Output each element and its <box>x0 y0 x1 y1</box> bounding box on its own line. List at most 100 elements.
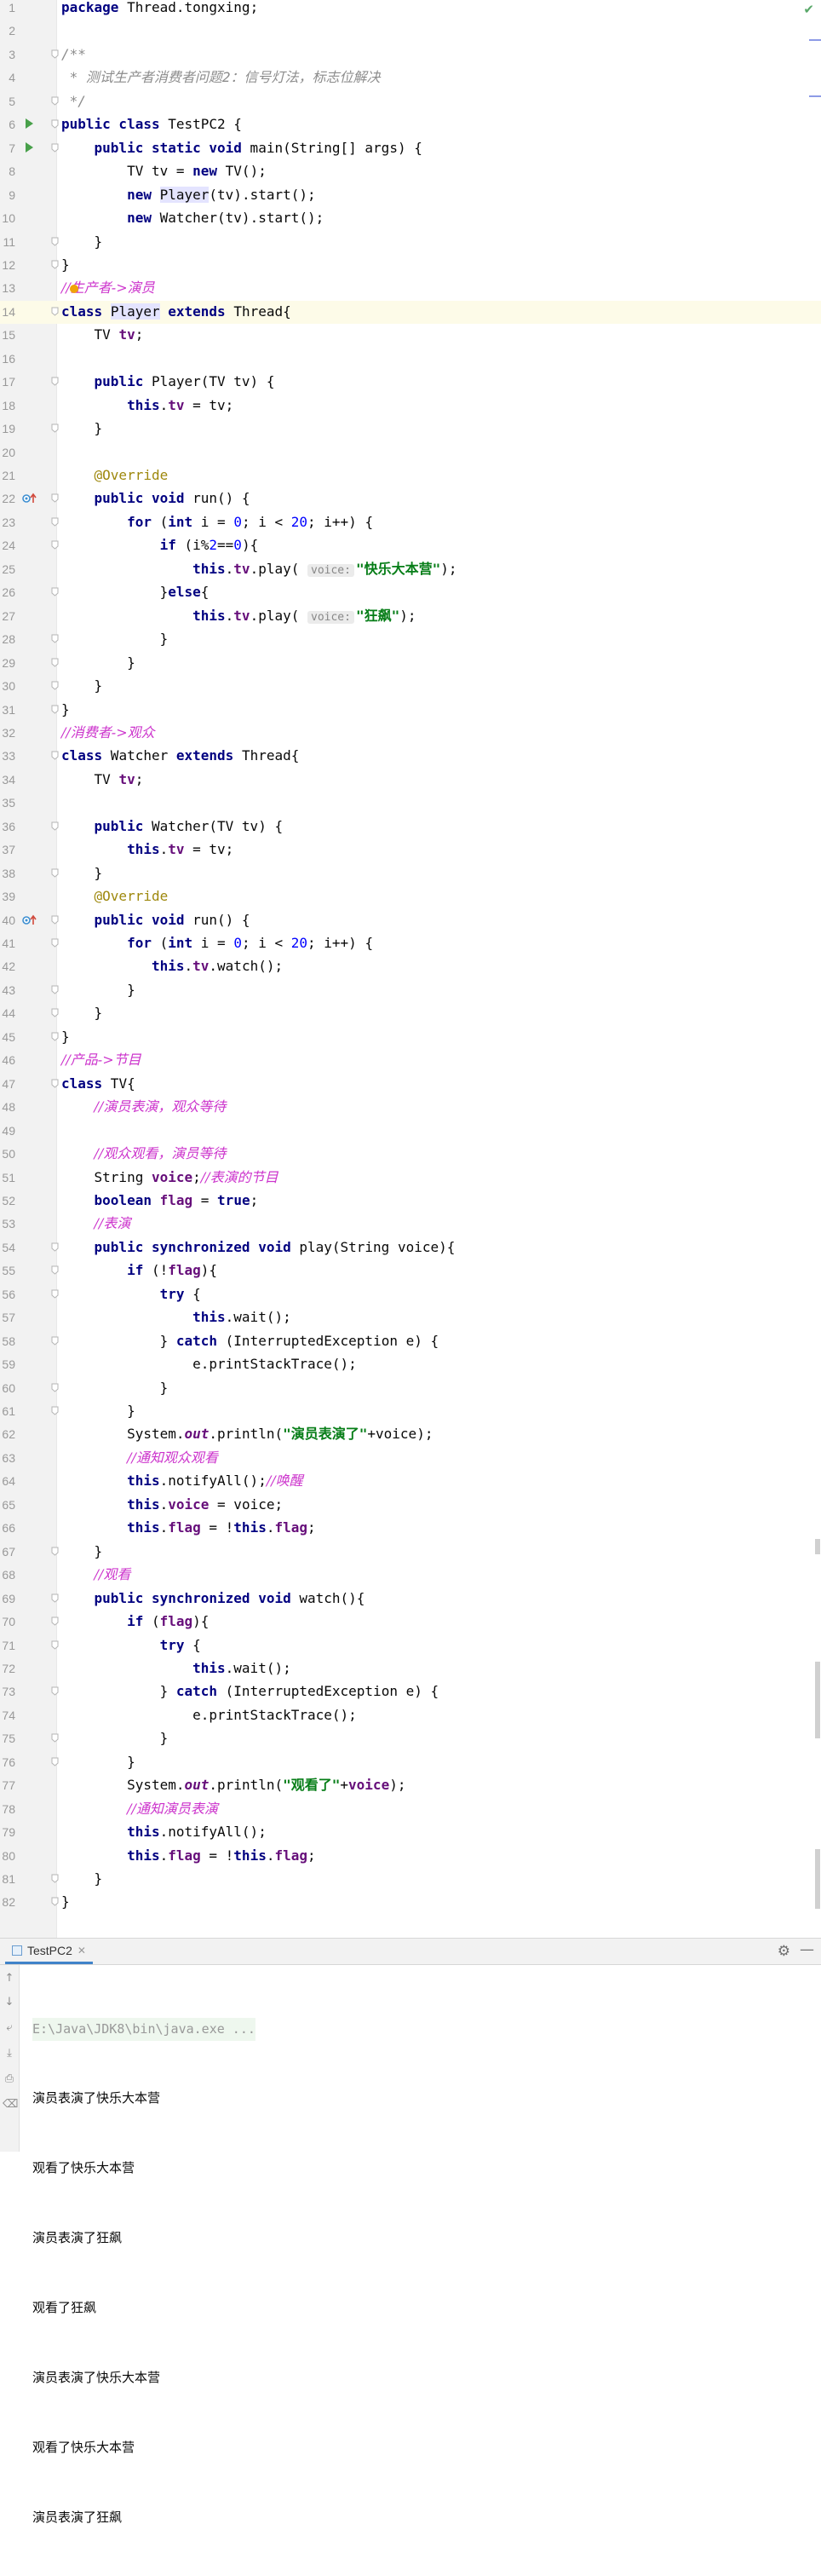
line-number[interactable]: 62 <box>0 1427 15 1441</box>
code-text[interactable]: public void run() { <box>61 912 250 929</box>
code-line[interactable]: 16 <box>0 348 821 371</box>
line-number[interactable]: 11 <box>0 235 15 249</box>
fold-icon[interactable] <box>51 119 59 129</box>
code-text[interactable]: * 测试生产者消费者问题2：信号灯法，标志位解决 <box>61 69 381 86</box>
code-line[interactable]: 37 this.tv = tv; <box>0 838 821 862</box>
code-text[interactable]: } <box>61 1543 103 1560</box>
fold-icon[interactable] <box>51 1336 59 1346</box>
line-number[interactable]: 77 <box>0 1778 15 1792</box>
code-text[interactable]: try { <box>61 1286 201 1303</box>
line-number[interactable]: 45 <box>0 1030 15 1044</box>
line-number[interactable]: 50 <box>0 1147 15 1161</box>
code-line[interactable]: 68 //观看 <box>0 1564 821 1587</box>
line-number[interactable]: 34 <box>0 773 15 787</box>
code-line[interactable]: 34 TV tv; <box>0 769 821 792</box>
code-text[interactable]: //观看 <box>61 1566 131 1583</box>
line-number[interactable]: 13 <box>0 281 15 295</box>
code-text[interactable]: boolean flag = true; <box>61 1192 259 1209</box>
code-line[interactable]: 2 <box>0 20 821 43</box>
code-line[interactable]: 35 <box>0 792 821 815</box>
line-number[interactable]: 59 <box>0 1357 15 1371</box>
code-text[interactable]: } <box>61 654 135 671</box>
line-number[interactable]: 36 <box>0 820 15 833</box>
code-line[interactable]: 24 if (i%2==0){ <box>0 534 821 557</box>
fold-icon[interactable] <box>51 96 59 106</box>
code-text[interactable]: this.flag = !this.flag; <box>61 1847 316 1864</box>
line-number[interactable]: 55 <box>0 1264 15 1277</box>
code-text[interactable]: this.tv.watch(); <box>61 958 283 975</box>
fold-icon[interactable] <box>51 49 59 59</box>
code-line[interactable]: 31} <box>0 699 821 722</box>
code-line[interactable]: 80 this.flag = !this.flag; <box>0 1845 821 1868</box>
code-text[interactable]: } catch (InterruptedException e) { <box>61 1333 439 1350</box>
code-text[interactable]: } <box>61 1870 103 1887</box>
fold-icon[interactable] <box>51 377 59 386</box>
code-text[interactable]: } <box>61 1893 70 1910</box>
code-text[interactable]: public Watcher(TV tv) { <box>61 818 284 835</box>
fold-icon[interactable] <box>51 237 59 246</box>
code-line[interactable]: 49 <box>0 1120 821 1143</box>
code-text[interactable]: String voice;//表演的节目 <box>61 1169 278 1186</box>
clear-icon[interactable]: ⌫ <box>3 2098 18 2111</box>
code-line[interactable]: 48 //演员表演，观众等待 <box>0 1096 821 1119</box>
code-text[interactable]: @Override <box>61 467 169 484</box>
line-number[interactable]: 29 <box>0 656 15 670</box>
code-line[interactable]: 32 //消费者->观众 <box>0 722 821 745</box>
code-line[interactable]: 17 public Player(TV tv) { <box>0 371 821 394</box>
fold-icon[interactable] <box>51 1547 59 1556</box>
code-text[interactable]: /** <box>61 46 86 63</box>
code-line[interactable]: 47 class TV{ <box>0 1073 821 1096</box>
code-text[interactable]: this.notifyAll();//唤醒 <box>61 1472 303 1490</box>
code-line[interactable]: 61 } <box>0 1400 821 1423</box>
fold-icon[interactable] <box>51 1897 59 1907</box>
override-gutter-icon[interactable] <box>22 493 37 504</box>
code-text[interactable]: this.notifyAll(); <box>61 1824 267 1841</box>
code-line[interactable]: 1 package Thread.tongxing; <box>0 0 821 20</box>
fold-icon[interactable] <box>51 821 59 831</box>
code-text[interactable]: this.voice = voice; <box>61 1496 283 1513</box>
code-line[interactable]: 39 @Override <box>0 885 821 908</box>
line-number[interactable]: 32 <box>0 726 15 740</box>
code-text[interactable]: for (int i = 0; i < 20; i++) { <box>61 935 373 952</box>
code-line[interactable]: 74 e.printStackTrace(); <box>0 1704 821 1727</box>
code-text[interactable]: */ <box>61 93 86 110</box>
code-text[interactable]: e.printStackTrace(); <box>61 1707 357 1724</box>
code-text[interactable]: TV tv; <box>61 771 144 788</box>
code-line[interactable]: 51 String voice;//表演的节目 <box>0 1167 821 1190</box>
line-number[interactable]: 5 <box>0 95 15 108</box>
code-line[interactable]: 13//生产者->演员 <box>0 277 821 300</box>
line-number[interactable]: 79 <box>0 1825 15 1839</box>
code-text[interactable]: TV tv = new TV(); <box>61 163 267 180</box>
fold-icon[interactable] <box>51 1686 59 1697</box>
code-line[interactable]: 67 } <box>0 1541 821 1564</box>
code-text[interactable]: this.tv = tv; <box>61 841 233 858</box>
code-line[interactable]: 20 <box>0 441 821 464</box>
code-text[interactable]: public Player(TV tv) { <box>61 373 275 390</box>
print-icon[interactable]: ⎙ <box>3 2072 16 2085</box>
code-line[interactable]: 43 } <box>0 979 821 1002</box>
line-number[interactable]: 15 <box>0 328 15 342</box>
code-line[interactable]: 73 } catch (InterruptedException e) { <box>0 1680 821 1703</box>
code-line[interactable]: 82} <box>0 1891 821 1914</box>
fold-icon[interactable] <box>51 307 59 316</box>
scroll-down-icon[interactable]: ↓ <box>3 1996 16 2008</box>
code-text[interactable]: } <box>61 677 103 694</box>
line-number[interactable]: 24 <box>0 539 15 552</box>
line-number[interactable]: 4 <box>0 71 15 84</box>
code-text[interactable]: } <box>61 982 135 999</box>
fold-icon[interactable] <box>51 1265 59 1275</box>
line-number[interactable]: 70 <box>0 1615 15 1628</box>
code-text[interactable]: //产品->节目 <box>61 1052 141 1069</box>
fold-icon[interactable] <box>51 1593 59 1603</box>
code-text[interactable]: } <box>61 1005 103 1022</box>
code-line[interactable]: 44 } <box>0 1002 821 1025</box>
fold-icon[interactable] <box>51 751 59 761</box>
scroll-up-icon[interactable]: ↑ <box>3 1972 16 1985</box>
code-text[interactable]: } catch (InterruptedException e) { <box>61 1683 439 1700</box>
line-number[interactable]: 7 <box>0 141 15 155</box>
tab-testpc2[interactable]: TestPC2 ✕ <box>5 1939 93 1964</box>
code-text[interactable]: } <box>61 701 70 718</box>
code-line[interactable]: 55 if (!flag){ <box>0 1259 821 1282</box>
code-line[interactable]: 26 }else{ <box>0 581 821 604</box>
line-number[interactable]: 75 <box>0 1732 15 1745</box>
